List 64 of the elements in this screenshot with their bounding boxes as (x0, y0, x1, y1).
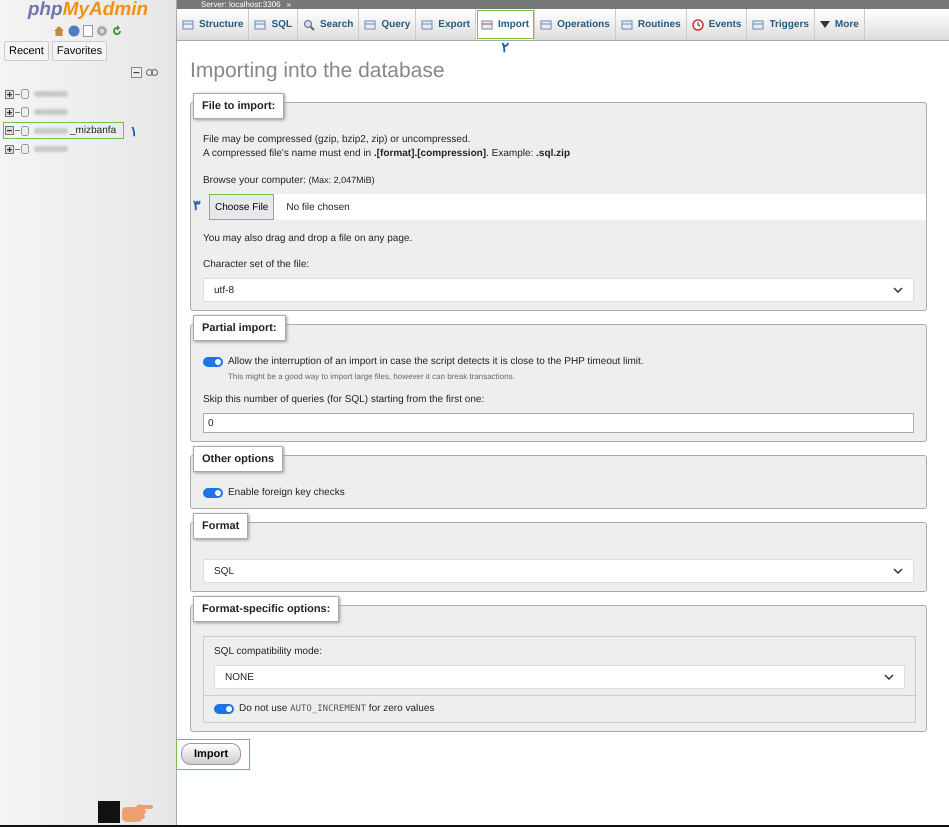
expand-icon[interactable] (5, 108, 14, 116)
toggle-label: Enable foreign key checks (228, 486, 345, 500)
compat-select[interactable]: NONE (214, 665, 905, 689)
expand-icon[interactable] (5, 90, 14, 98)
breadcrumb-separator: » (286, 0, 292, 9)
table-icon (480, 18, 493, 30)
toggle-switch[interactable] (214, 704, 234, 714)
skip-label: Skip this number of queries (for SQL) starting from the first one: (203, 393, 486, 407)
expand-icon[interactable] (5, 144, 14, 154)
hint-text: This might be a good way to import large files, however it can break transactions. (228, 372, 516, 381)
chevron-down-icon (893, 568, 903, 574)
logo[interactable]: phpMyAdmin (28, 0, 148, 20)
chevron-down-icon (893, 287, 903, 293)
home-icon[interactable] (53, 25, 65, 37)
panel-legend: Partial import: (193, 315, 286, 341)
annotation-number: ۳ (193, 198, 201, 212)
collapse-icon[interactable] (131, 67, 142, 78)
collapse-icon[interactable] (5, 126, 14, 135)
choose-file-button[interactable]: Choose File (209, 194, 274, 220)
panel-legend: Format (193, 513, 248, 539)
server-breadcrumb[interactable]: Server: localhost:3306 (201, 0, 281, 9)
clock-icon (692, 18, 704, 30)
toggle-label: Allow the interruption of an import in case the script detects it is close to the PHP timeout limit. (228, 355, 644, 369)
drag-note: You may also drag and drop a file on any page. (203, 232, 414, 246)
tab[interactable]: SQL (249, 9, 298, 40)
toggle-switch[interactable] (203, 357, 223, 367)
toggle-label: Do not use AUTO_INCREMENT for zero values (239, 702, 434, 716)
redaction-block (98, 801, 120, 823)
search-icon (303, 18, 316, 30)
tab[interactable]: Structure (177, 9, 250, 40)
charset-label: Character set of the file: (203, 258, 310, 272)
sidebar-button[interactable]: Recent (4, 41, 49, 61)
tab[interactable]: Events (686, 9, 748, 40)
tab[interactable]: Triggers (747, 9, 815, 40)
annotation-number: ۱ (130, 124, 138, 138)
compat-label: SQL compatibility mode: (214, 645, 324, 659)
info-text: File may be compressed (gzip, bzip2, zip) or uncompressed. (203, 133, 472, 147)
tab[interactable]: Search (298, 9, 360, 40)
tab[interactable]: Import (476, 9, 536, 40)
link-icon[interactable] (146, 69, 158, 76)
tab[interactable]: Query (359, 9, 416, 40)
info-text: A compressed file's name must end in .[format].[compression]. Example: .sql.zip (203, 147, 572, 161)
caret-icon (820, 20, 830, 28)
toggle-switch[interactable] (203, 488, 223, 498)
format-select[interactable]: SQL (203, 559, 914, 583)
browse-label: Browse your computer: (Max: 2,047MiB) (203, 175, 375, 186)
page-title: Importing into the database (190, 59, 446, 83)
table-icon (421, 18, 434, 30)
table-icon (182, 18, 194, 30)
refresh-icon[interactable] (111, 25, 123, 37)
chevron-down-icon (884, 674, 894, 680)
sidebar-button[interactable]: Favorites (52, 41, 108, 61)
tree-item[interactable]: _mizbanfa (3, 122, 124, 139)
annotation-number: ۲ (502, 40, 510, 54)
tab[interactable]: More (814, 9, 865, 40)
file-status: No file chosen (286, 202, 350, 212)
tab[interactable]: Routines (616, 9, 687, 40)
import-button[interactable]: Import (181, 743, 242, 765)
skip-input[interactable]: 0 (203, 413, 914, 433)
tab[interactable]: Operations (535, 9, 616, 40)
panel-legend: Format-specific options: (193, 596, 340, 622)
charset-select[interactable]: utf-8 (203, 278, 914, 302)
panel-legend: File to import: (193, 93, 284, 119)
panel-legend: Other options (193, 446, 284, 472)
